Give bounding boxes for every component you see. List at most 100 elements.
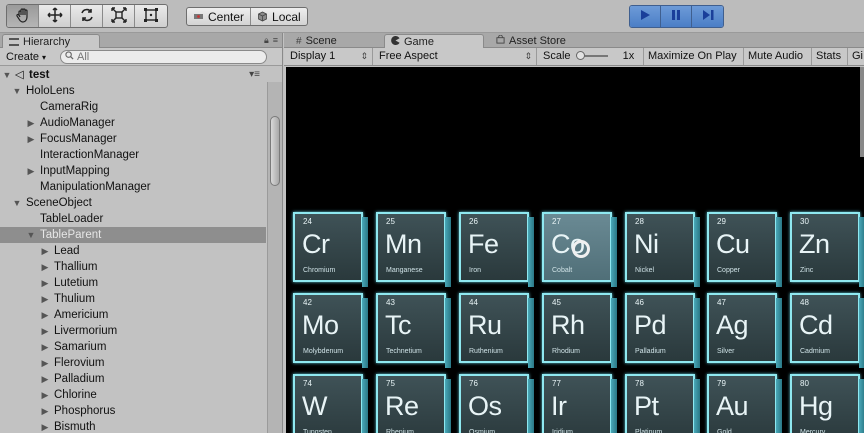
hierarchy-item[interactable]: ManipulationManager	[0, 179, 266, 195]
hand-tool-button[interactable]	[7, 5, 39, 27]
game-viewport[interactable]: 24 Cr Chromium 25 Mn Manganese 26 Fe Iron 27 Co Cob…	[286, 67, 864, 433]
element-symbol: Hg	[799, 391, 833, 421]
gaze-cursor-icon	[572, 240, 590, 258]
maximize-label: Maximize On Play	[648, 50, 737, 62]
gizmos-dropdown[interactable]: Gi	[848, 48, 864, 65]
collapsed-arrow-icon[interactable]: ▶	[26, 131, 36, 147]
panel-menu-icon[interactable]: ≡	[273, 35, 278, 46]
scrollbar-thumb[interactable]	[270, 116, 280, 186]
element-tile[interactable]: 24 Cr Chromium	[293, 212, 368, 287]
collapsed-arrow-icon[interactable]: ▶	[40, 275, 50, 291]
hierarchy-item[interactable]: ▶ Americium	[0, 307, 266, 323]
rect-tool-button[interactable]	[135, 5, 167, 27]
scene-root-row[interactable]: ▼ ◁ test ▾≡	[0, 67, 266, 83]
element-tile[interactable]: 28 Ni Nickel	[625, 212, 700, 287]
collapsed-arrow-icon[interactable]: ▶	[40, 371, 50, 387]
hierarchy-item[interactable]: ▶ FocusManager	[0, 131, 266, 147]
collapsed-arrow-icon[interactable]: ▶	[40, 339, 50, 355]
element-tile[interactable]: 77 Ir Iridium	[542, 374, 617, 433]
hierarchy-item[interactable]: ▼ HoloLens	[0, 83, 266, 99]
collapsed-arrow-icon[interactable]: ▶	[40, 387, 50, 403]
hierarchy-item-label: CameraRig	[40, 101, 99, 113]
hierarchy-item[interactable]: ▶ Thallium	[0, 259, 266, 275]
hierarchy-item[interactable]: ▶ Lutetium	[0, 275, 266, 291]
scale-slider-knob[interactable]	[575, 51, 585, 61]
tab-asset-store[interactable]: Asset Store	[490, 34, 600, 48]
collapsed-arrow-icon[interactable]: ▶	[40, 355, 50, 371]
collapsed-arrow-icon[interactable]: ▶	[40, 307, 50, 323]
hierarchy-item[interactable]: ▶ Bismuth	[0, 419, 266, 433]
element-tile[interactable]: 42 Mo Molybdenum	[293, 293, 368, 368]
element-tile[interactable]: 78 Pt Platinum	[625, 374, 700, 433]
element-tile[interactable]: 30 Zn Zinc	[790, 212, 864, 287]
hierarchy-search-input[interactable]: All	[60, 50, 267, 64]
stats-label: Stats	[816, 50, 842, 62]
hierarchy-item[interactable]: ▶ Palladium	[0, 371, 266, 387]
collapsed-arrow-icon[interactable]: ▶	[40, 243, 50, 259]
scale-slider[interactable]	[575, 51, 608, 61]
element-tile[interactable]: 26 Fe Iron	[459, 212, 534, 287]
hierarchy-item[interactable]: ▶ Chlorine	[0, 387, 266, 403]
display-dropdown[interactable]: Display 1 ⇕	[286, 48, 373, 65]
collapsed-arrow-icon[interactable]: ▶	[40, 291, 50, 307]
mute-audio-toggle[interactable]: Mute Audio	[744, 48, 812, 65]
tab-hierarchy[interactable]: Hierarchy	[2, 34, 100, 48]
stats-toggle[interactable]: Stats	[812, 48, 848, 65]
scene-menu-icon[interactable]: ▾≡	[249, 67, 260, 83]
hierarchy-item[interactable]: ▶ InputMapping	[0, 163, 266, 179]
element-tile[interactable]: 80 Hg Mercury	[790, 374, 864, 433]
hierarchy-item[interactable]: CameraRig	[0, 99, 266, 115]
expand-arrow-icon[interactable]: ▼	[2, 67, 12, 83]
hierarchy-item[interactable]: ▼ SceneObject	[0, 195, 266, 211]
hierarchy-item[interactable]: ▶ Samarium	[0, 339, 266, 355]
lock-icon[interactable]: 🔒︎	[264, 35, 269, 46]
hierarchy-item[interactable]: ▼ TableParent	[0, 227, 266, 243]
pivot-center-button[interactable]: Center	[187, 8, 252, 25]
element-tile[interactable]: 75 Re Rhenium	[376, 374, 451, 433]
element-tile[interactable]: 48 Cd Cadmium	[790, 293, 864, 368]
expanded-arrow-icon[interactable]: ▼	[12, 83, 22, 99]
element-tile[interactable]: 27 Co Cobalt	[542, 212, 617, 287]
atomic-number: 45	[552, 298, 561, 307]
element-tile[interactable]: 25 Mn Manganese	[376, 212, 451, 287]
hierarchy-item[interactable]: ▶ AudioManager	[0, 115, 266, 131]
expanded-arrow-icon[interactable]: ▼	[26, 227, 36, 243]
element-tile[interactable]: 29 Cu Copper	[707, 212, 782, 287]
collapsed-arrow-icon[interactable]: ▶	[40, 323, 50, 339]
aspect-dropdown[interactable]: Free Aspect ⇕	[375, 48, 537, 65]
collapsed-arrow-icon[interactable]: ▶	[40, 259, 50, 275]
hierarchy-item[interactable]: ▶ Lead	[0, 243, 266, 259]
hierarchy-item[interactable]: TableLoader	[0, 211, 266, 227]
tab-scene[interactable]: # Scene	[290, 34, 376, 48]
element-tile[interactable]: 44 Ru Ruthenium	[459, 293, 534, 368]
element-tile[interactable]: 43 Tc Technetium	[376, 293, 451, 368]
collapsed-arrow-icon[interactable]: ▶	[40, 419, 50, 433]
move-tool-button[interactable]	[39, 5, 71, 27]
maximize-on-play-toggle[interactable]: Maximize On Play	[644, 48, 744, 65]
pause-button[interactable]	[661, 6, 692, 27]
hierarchy-item[interactable]: InteractionManager	[0, 147, 266, 163]
hierarchy-item[interactable]: ▶ Thulium	[0, 291, 266, 307]
rotate-tool-button[interactable]	[71, 5, 103, 27]
element-tile[interactable]: 45 Rh Rhodium	[542, 293, 617, 368]
play-button[interactable]	[630, 6, 661, 27]
hierarchy-item[interactable]: ▶ Phosphorus	[0, 403, 266, 419]
create-dropdown[interactable]: Create ▾	[3, 50, 49, 64]
step-button[interactable]	[692, 6, 723, 27]
collapsed-arrow-icon[interactable]: ▶	[40, 403, 50, 419]
hierarchy-item[interactable]: ▶ Livermorium	[0, 323, 266, 339]
collapsed-arrow-icon[interactable]: ▶	[26, 115, 36, 131]
tab-game[interactable]: Game	[384, 34, 484, 48]
expanded-arrow-icon[interactable]: ▼	[12, 195, 22, 211]
collapsed-arrow-icon[interactable]: ▶	[26, 163, 36, 179]
hierarchy-item[interactable]: ▶ Flerovium	[0, 355, 266, 371]
hierarchy-scrollbar[interactable]	[267, 82, 282, 433]
pivot-local-button[interactable]: Local	[251, 8, 307, 25]
element-tile[interactable]: 79 Au Gold	[707, 374, 782, 433]
element-tile[interactable]: 47 Ag Silver	[707, 293, 782, 368]
element-tile[interactable]: 74 W Tungsten	[293, 374, 368, 433]
element-tile[interactable]: 46 Pd Palladium	[625, 293, 700, 368]
scale-tool-button[interactable]	[103, 5, 135, 27]
element-tile[interactable]: 76 Os Osmium	[459, 374, 534, 433]
atomic-number: 48	[800, 298, 809, 307]
